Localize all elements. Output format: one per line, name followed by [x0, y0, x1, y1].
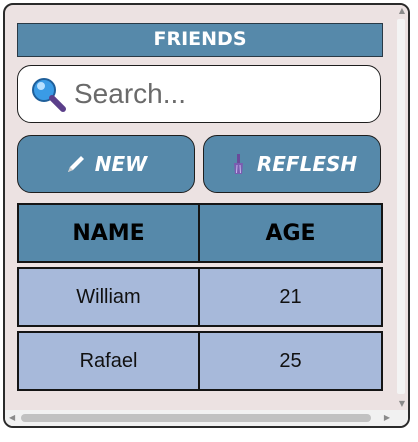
search-box[interactable]	[17, 65, 381, 123]
page-title: FRIENDS	[17, 23, 383, 57]
table-row[interactable]: Rafael 25	[17, 331, 383, 391]
new-button-label: NEW	[94, 152, 148, 176]
new-button[interactable]: NEW	[17, 135, 195, 193]
cell-name[interactable]: Rafael	[17, 331, 200, 391]
search-icon	[32, 78, 66, 112]
friends-table: NAME AGE William 21 Rafael 25	[17, 199, 383, 395]
friends-window: FRIENDS NEW REFLESH NAME AGE William	[3, 3, 410, 428]
scroll-up-icon[interactable]: ▲	[399, 7, 405, 15]
vertical-scrollbar[interactable]: ▲ ▼	[394, 5, 408, 410]
vertical-scroll-thumb[interactable]	[397, 19, 405, 394]
refresh-button-label: REFLESH	[256, 152, 358, 176]
broom-icon	[233, 154, 243, 174]
cell-age[interactable]: 25	[200, 331, 383, 391]
table-header-row: NAME AGE	[17, 203, 383, 263]
scroll-right-icon[interactable]: ▶	[384, 414, 390, 422]
cell-age[interactable]: 21	[200, 267, 383, 327]
horizontal-scrollbar[interactable]: ◀ ▶	[5, 410, 408, 426]
column-header-age[interactable]: AGE	[200, 203, 383, 263]
scroll-left-icon[interactable]: ◀	[9, 414, 15, 422]
pencil-icon	[67, 156, 84, 172]
horizontal-scroll-thumb[interactable]	[21, 414, 371, 422]
scroll-down-icon[interactable]: ▼	[399, 400, 405, 408]
refresh-button[interactable]: REFLESH	[203, 135, 381, 193]
table-row[interactable]: William 21	[17, 267, 383, 327]
column-header-name[interactable]: NAME	[17, 203, 200, 263]
cell-name[interactable]: William	[17, 267, 200, 327]
search-input[interactable]	[74, 78, 364, 110]
